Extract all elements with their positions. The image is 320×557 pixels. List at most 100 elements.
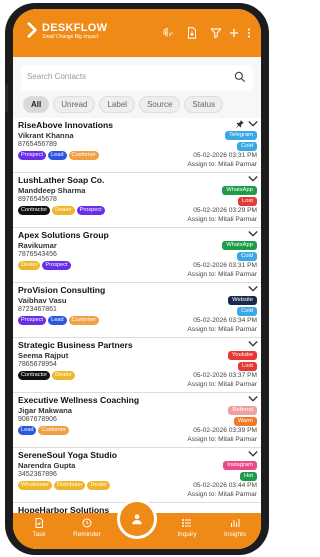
contact-assignee: Assign to: Mitali Parmar [187, 326, 257, 333]
contact-company: Apex Solutions Group [18, 230, 109, 240]
chevron-down-icon[interactable] [248, 285, 258, 293]
contact-company: Strategic Business Partners [18, 340, 133, 350]
app-title: DESKFLOW [42, 21, 108, 34]
contact-tag: Customer [38, 426, 69, 435]
pin-icon[interactable] [235, 119, 245, 129]
status-badge: Lost [238, 362, 257, 371]
contact-tag: Wholesaler [18, 481, 52, 490]
contact-company: LushLather Soap Co. [18, 175, 105, 185]
search-input[interactable]: Search Contacts [27, 72, 86, 81]
source-badge: Referral [228, 406, 257, 415]
chevron-down-icon[interactable] [248, 175, 258, 183]
nav-item-inquiry[interactable]: Inquiry [165, 517, 209, 538]
plus-icon[interactable] [227, 26, 241, 40]
import-icon[interactable] [185, 26, 199, 40]
contact-company: SereneSoul Yoga Studio [18, 450, 118, 460]
chart-icon [231, 519, 240, 527]
contact-phone[interactable]: 7876543456 [18, 251, 57, 258]
contact-date: 05-02-2026 03:44 PM [193, 482, 257, 489]
status-badge: Cold [237, 307, 257, 316]
contact-person: Vaibhav Vasu [18, 296, 67, 305]
contact-phone[interactable]: 8723467861 [18, 306, 57, 313]
contact-badges: Youtube Lost [227, 351, 257, 371]
fingerprint-icon[interactable] [161, 26, 175, 40]
contact-phone[interactable]: 9087678906 [18, 416, 57, 423]
contact-card[interactable]: LushLather Soap Co. Manddeep Sharma 897654… [13, 173, 261, 228]
search-bar[interactable]: Search Contacts [21, 65, 253, 91]
contact-tag: Lead [48, 151, 67, 160]
contact-card[interactable]: SereneSoul Yoga Studio Narendra Gupta 3452… [13, 448, 261, 503]
status-badge: Hot [239, 472, 257, 481]
more-icon[interactable] [245, 26, 253, 40]
chevron-down-icon[interactable] [248, 395, 258, 403]
contact-date: 05-02-2026 03:37 PM [193, 372, 257, 379]
contact-card[interactable]: Executive Wellness Coaching Jigar Makwana… [13, 393, 261, 448]
contact-date: 05-02-2026 03:39 PM [193, 427, 257, 434]
chevron-down-icon[interactable] [248, 230, 258, 238]
source-badge: Website [228, 296, 257, 305]
contact-phone[interactable]: 8976545678 [18, 196, 57, 203]
source-badge: Youtube [227, 351, 257, 360]
contacts-fab-button[interactable] [117, 499, 157, 539]
nav-label-task: Task [32, 531, 46, 538]
contact-card[interactable]: ProVision Consulting Vaibhav Vasu 87234678… [13, 283, 261, 338]
contact-tag: Contractor [18, 206, 51, 215]
contact-card[interactable]: Apex Solutions Group Ravikumar 7876543456 D… [13, 228, 261, 283]
contact-assignee: Assign to: Mitali Parmar [187, 271, 257, 278]
contact-person: Jigar Makwana [18, 406, 73, 415]
filter-chip-status[interactable]: Status [184, 96, 224, 113]
filter-chips: All Unread Label Source Status [23, 96, 224, 113]
contact-tag: Customer [68, 151, 99, 160]
contact-tags: Prospect Lead Customer [18, 151, 99, 160]
contact-company: ProVision Consulting [18, 285, 106, 295]
status-badge: Lost [238, 197, 257, 206]
contact-tag: Dealer [87, 481, 110, 490]
contact-assignee: Assign to: Mitali Parmar [187, 216, 257, 223]
nav-label-insights: Insights [223, 531, 247, 538]
contact-card[interactable]: RiseAbove Innovations Vikrant Khanna 87654… [13, 118, 261, 173]
contact-tags: Lead Customer [18, 426, 69, 435]
chevron-down-icon[interactable] [248, 340, 258, 348]
filter-chip-label[interactable]: Label [99, 96, 136, 113]
nav-item-reminder[interactable]: Reminder [65, 517, 109, 538]
filter-icon[interactable] [209, 26, 223, 40]
contact-badges: Referral Warm [228, 406, 257, 426]
nav-item-insights[interactable]: Insights [213, 517, 257, 538]
contact-tag: Distributor [53, 481, 86, 490]
contact-person: Seema Rajput [18, 351, 69, 360]
contact-card[interactable]: Strategic Business Partners Seema Rajput 7… [13, 338, 261, 393]
clock-icon [82, 518, 92, 528]
contact-assignee: Assign to: Mitali Parmar [187, 381, 257, 388]
app-screen: DESKFLOW Small Change Big Impact Search … [13, 9, 261, 549]
filter-chip-unread[interactable]: Unread [53, 96, 96, 113]
chevron-down-icon[interactable] [248, 450, 258, 458]
contact-date: 05-02-2026 03:31 PM [193, 262, 257, 269]
contact-tag: Dealer [18, 261, 41, 270]
volume-button [5, 83, 8, 113]
contact-phone[interactable]: 3452367896 [18, 471, 57, 478]
contact-phone[interactable]: 7865678954 [18, 361, 57, 368]
nav-label-reminder: Reminder [73, 531, 101, 538]
person-icon [132, 514, 142, 525]
filter-chip-source[interactable]: Source [139, 96, 181, 113]
contact-tag: Prospect [76, 206, 105, 215]
contact-person: Narendra Gupta [18, 461, 76, 470]
nav-item-task[interactable]: Task [17, 517, 61, 538]
contact-badges: WhatsApp Cold [222, 241, 257, 261]
contact-badges: Website Cold [228, 296, 257, 316]
nav-label-inquiry: Inquiry [177, 531, 197, 538]
contact-tag: Lead [48, 316, 67, 325]
contact-person: Vikrant Khanna [18, 131, 74, 140]
source-badge: WhatsApp [222, 186, 257, 195]
contact-phone[interactable]: 8765456789 [18, 141, 57, 148]
phone-frame: DESKFLOW Small Change Big Impact Search … [5, 3, 269, 555]
filter-chip-all[interactable]: All [23, 96, 50, 113]
chevron-down-icon[interactable] [248, 120, 258, 128]
app-header: DESKFLOW Small Change Big Impact [13, 9, 261, 57]
contact-person: Manddeep Sharma [18, 186, 86, 195]
contact-badges: WhatsApp Lost [222, 186, 257, 206]
source-badge: Telegram [225, 131, 257, 140]
contact-assignee: Assign to: Mitali Parmar [187, 161, 257, 168]
contact-assignee: Assign to: Mitali Parmar [187, 436, 257, 443]
search-icon[interactable] [233, 70, 247, 84]
